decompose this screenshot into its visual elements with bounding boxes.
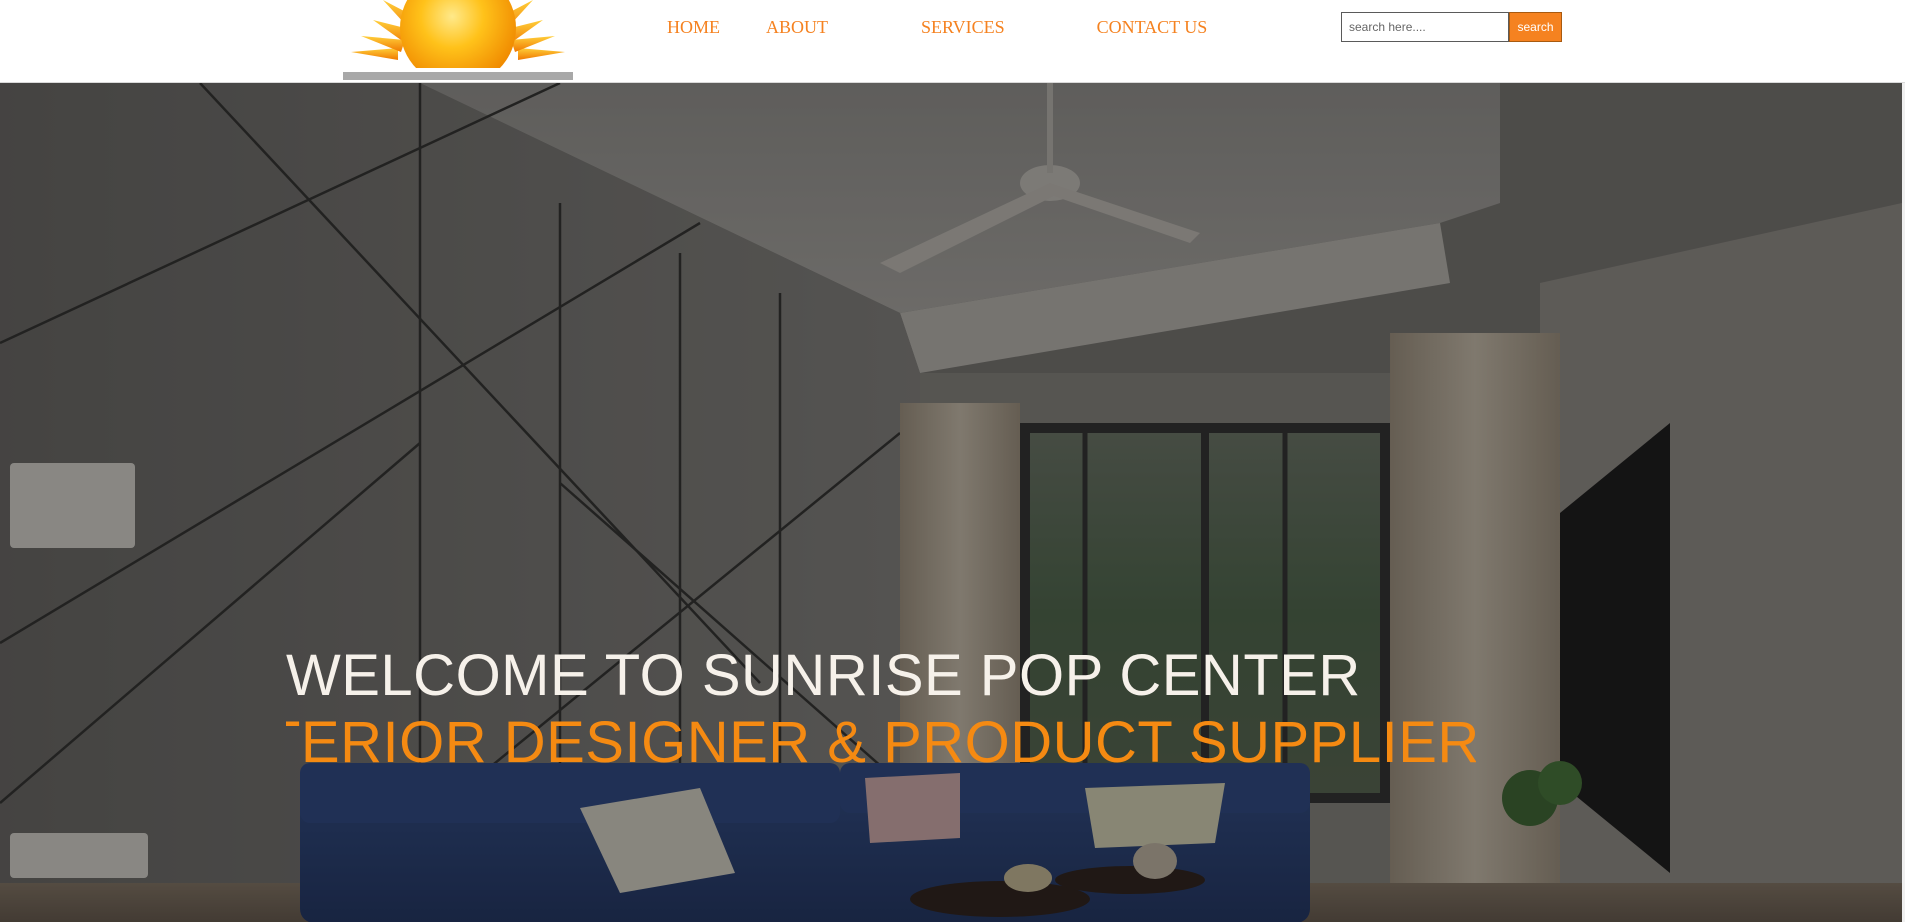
hero-dark-overlay [0, 83, 1902, 922]
nav-item-home[interactable]: HOME [640, 14, 766, 40]
hero-marquee: WELCOME TO SUNRISE POP CENTER INTERIOR D… [286, 638, 1476, 788]
search-button[interactable]: search [1509, 12, 1562, 42]
sun-logo-icon [343, 0, 573, 80]
main-nav: HOME ABOUT SERVICES CONTACT US [640, 14, 1233, 40]
nav-item-about[interactable]: ABOUT [766, 14, 874, 40]
hero-subheading: INTERIOR DESIGNER & PRODUCT SUPPLIERS. [286, 710, 1476, 775]
hero-heading: WELCOME TO SUNRISE POP CENTER [286, 643, 1361, 708]
sun-logo[interactable] [343, 0, 573, 80]
nav-item-contact-us[interactable]: CONTACT US [1051, 14, 1234, 40]
search-input[interactable] [1341, 12, 1509, 42]
hero-banner: WELCOME TO SUNRISE POP CENTER INTERIOR D… [0, 83, 1902, 922]
site-header: HOME ABOUT SERVICES CONTACT US search [0, 0, 1905, 83]
page: HOME ABOUT SERVICES CONTACT US search he… [0, 0, 1905, 922]
search-form: search [1341, 12, 1562, 42]
nav-item-services[interactable]: SERVICES [874, 14, 1051, 40]
